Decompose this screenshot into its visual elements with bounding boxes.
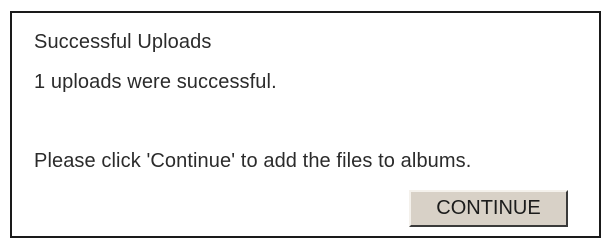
instructions-text: Please click 'Continue' to add the files…	[34, 150, 472, 172]
panel-title: Successful Uploads	[34, 31, 212, 53]
continue-button[interactable]: CONTINUE	[409, 190, 568, 227]
upload-status-message: 1 uploads were successful.	[34, 71, 277, 93]
upload-result-panel: Successful Uploads 1 uploads were succes…	[10, 11, 601, 238]
